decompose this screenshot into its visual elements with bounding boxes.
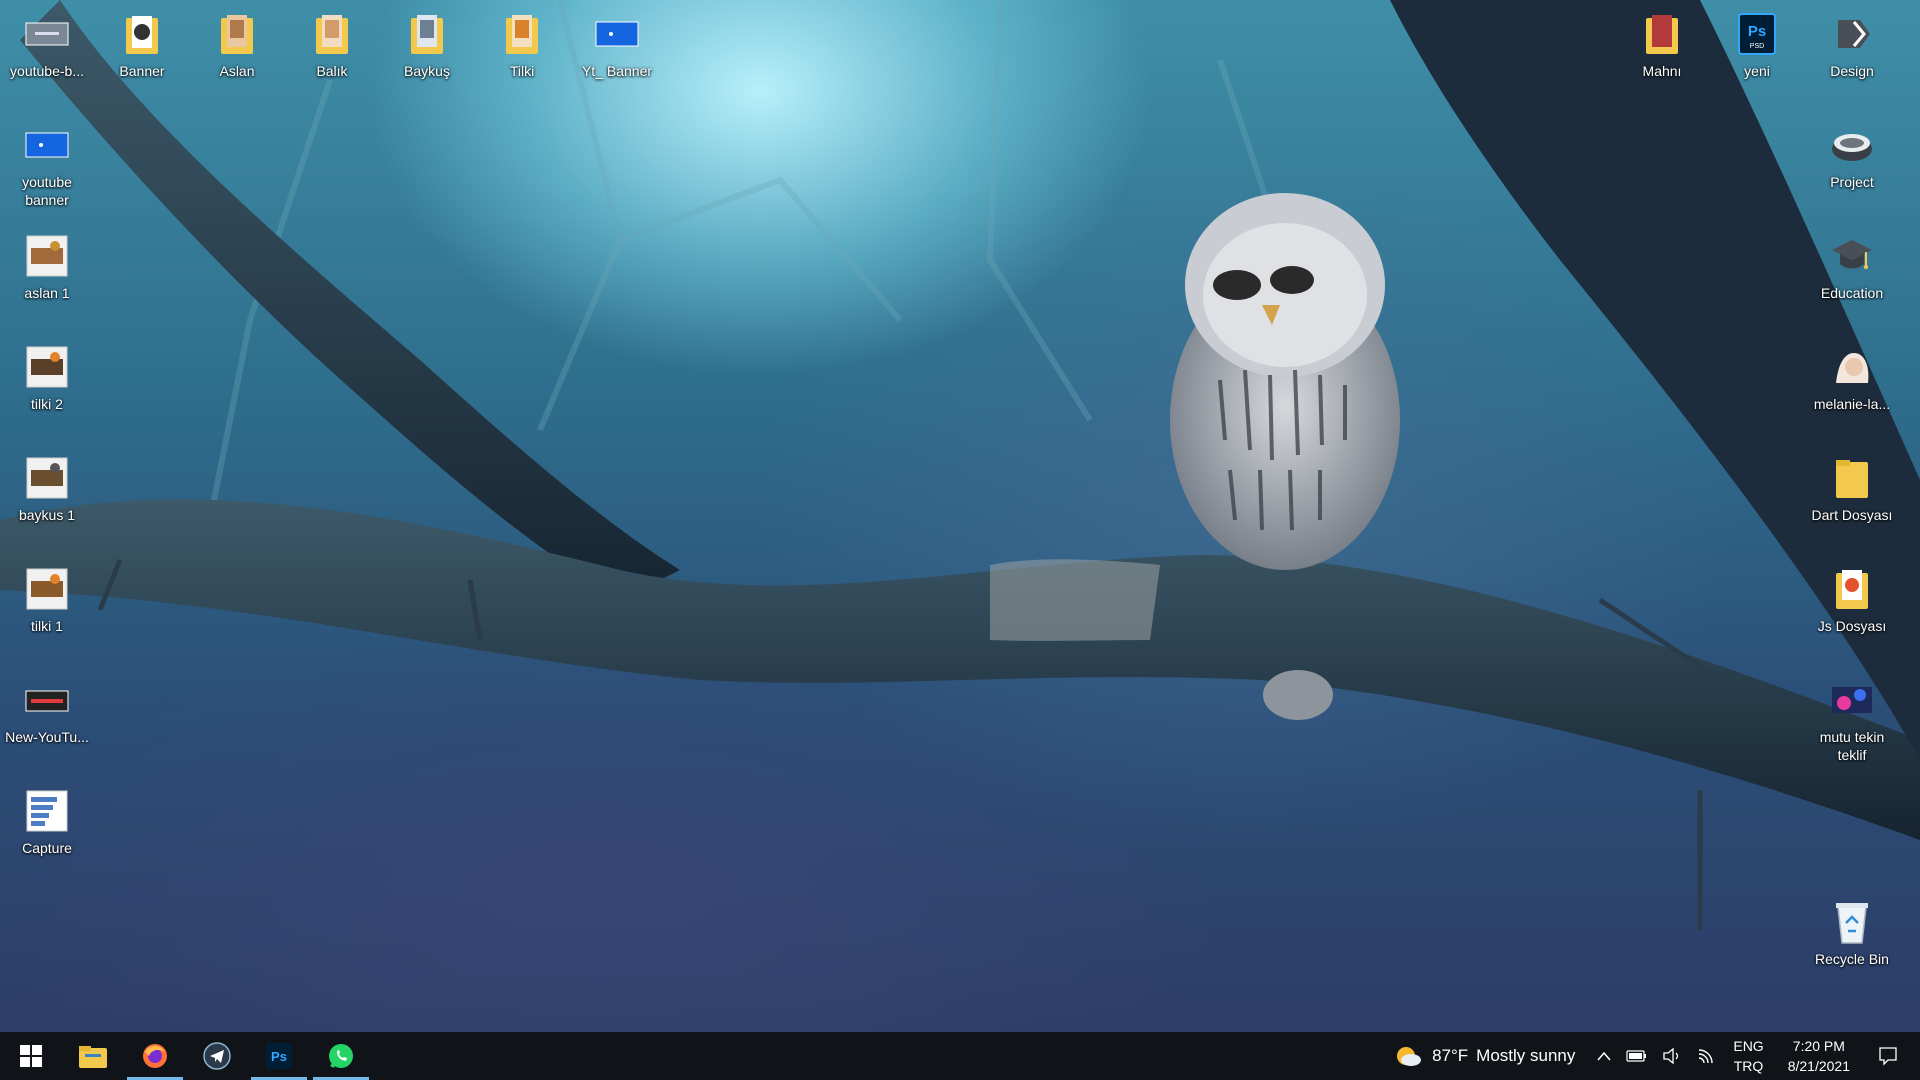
image-file-icon	[23, 343, 71, 391]
weather-widget[interactable]: 87°F Mostly sunny	[1387, 1032, 1589, 1080]
image-file-icon	[1828, 676, 1876, 724]
desktop-wallpaper	[0, 0, 1920, 930]
desktop-icon-baykus[interactable]: Baykuş	[384, 6, 470, 80]
folder-icon	[1638, 10, 1686, 58]
clock-time: 7:20 PM	[1792, 1038, 1845, 1054]
clock-date: 8/21/2021	[1787, 1058, 1850, 1074]
folder-icon	[1828, 565, 1876, 613]
weather-temperature: 87°F	[1432, 1046, 1469, 1065]
firefox-icon	[143, 1044, 167, 1068]
desktop-icon-yeni[interactable]: Ps PSD yeni	[1714, 6, 1800, 80]
action-center-button[interactable]	[1864, 1032, 1920, 1080]
image-file-icon	[593, 10, 641, 58]
photoshop-file-icon: Ps PSD	[1733, 10, 1781, 58]
desktop-icon-dart-dosyasi[interactable]: Dart Dosyası	[1809, 450, 1895, 524]
desktop-icon-recycle-bin[interactable]: Recycle Bin	[1809, 894, 1895, 968]
battery-button[interactable]	[1619, 1032, 1655, 1080]
input-language-button[interactable]: ENG TRQ	[1723, 1032, 1773, 1080]
weather-condition: Mostly sunny	[1476, 1046, 1576, 1065]
image-file-icon	[23, 121, 71, 169]
telegram-button[interactable]	[186, 1032, 248, 1080]
desktop-icon-education[interactable]: Education	[1809, 228, 1895, 302]
speaker-icon	[1663, 1047, 1679, 1065]
start-button[interactable]	[0, 1032, 62, 1080]
file-explorer-button[interactable]	[62, 1032, 124, 1080]
desktop-icon-baykus-1[interactable]: baykus 1	[4, 450, 90, 524]
image-file-icon	[23, 232, 71, 280]
image-file-icon	[23, 787, 71, 835]
desktop-icon-melanie[interactable]: melanie-la...	[1809, 339, 1895, 413]
volume-button[interactable]	[1655, 1032, 1689, 1080]
telegram-icon	[203, 1042, 231, 1070]
desktop-icon-js-dosyasi[interactable]: Js Dosyası	[1809, 561, 1895, 635]
image-file-icon	[23, 454, 71, 502]
folder-icon	[308, 10, 356, 58]
language-primary: ENG	[1733, 1038, 1764, 1054]
windows-start-icon	[20, 1045, 42, 1067]
design-folder-icon	[1828, 10, 1876, 58]
chevron-up-icon	[1597, 1051, 1611, 1061]
folder-icon	[498, 10, 546, 58]
notification-icon	[1879, 1047, 1897, 1066]
desktop-icon-mutu-tekin-teklif[interactable]: mutu tekin teklif	[1809, 672, 1895, 764]
folder-icon	[213, 10, 261, 58]
partly-sunny-icon	[1397, 1047, 1422, 1066]
file-explorer-icon	[79, 1046, 107, 1068]
desktop-icon-aslan[interactable]: Aslan	[194, 6, 280, 80]
folder-icon	[403, 10, 451, 58]
photoshop-icon: Ps	[266, 1043, 292, 1069]
project-folder-icon	[1828, 121, 1876, 169]
wifi-icon	[1699, 1049, 1714, 1064]
image-file-icon	[23, 676, 71, 724]
desktop-icon-aslan-1[interactable]: aslan 1	[4, 228, 90, 302]
desktop-icon-tilki-2[interactable]: tilki 2	[4, 339, 90, 413]
photoshop-button[interactable]: Ps	[248, 1032, 310, 1080]
image-file-icon	[1828, 343, 1876, 391]
desktop-icon-balik[interactable]: Balık	[289, 6, 375, 80]
battery-icon	[1626, 1050, 1647, 1062]
taskbar: Ps 87°F Mostly sunny ENG TRQ 7:20 PM 8/2…	[0, 1032, 1920, 1080]
network-button[interactable]	[1689, 1032, 1723, 1080]
svg-text:Ps: Ps	[271, 1049, 287, 1064]
desktop-icon-yt-banner[interactable]: Yt_ Banner	[574, 6, 660, 80]
image-file-icon	[23, 565, 71, 613]
svg-text:PSD: PSD	[1750, 43, 1764, 50]
clock-button[interactable]: 7:20 PM 8/21/2021	[1774, 1032, 1864, 1080]
desktop-icon-design[interactable]: Design	[1809, 6, 1895, 80]
desktop-icon-project[interactable]: Project	[1809, 117, 1895, 191]
desktop-icon-youtube-b[interactable]: youtube-b...	[4, 6, 90, 80]
recycle-bin-icon	[1828, 898, 1876, 946]
desktop-icon-youtube-banner[interactable]: youtube banner	[4, 117, 90, 209]
desktop-icon-banner[interactable]: Banner	[99, 6, 185, 80]
show-hidden-icons-button[interactable]	[1589, 1032, 1619, 1080]
graduation-cap-icon	[1828, 232, 1876, 280]
folder-icon	[1828, 454, 1876, 502]
language-secondary: TRQ	[1733, 1058, 1764, 1074]
whatsapp-button[interactable]	[310, 1032, 372, 1080]
desktop-icon-new-youtube[interactable]: New-YouTu...	[4, 672, 90, 746]
system-tray: 87°F Mostly sunny ENG TRQ 7:20 PM 8/21/2…	[1387, 1032, 1920, 1080]
desktop-icon-capture[interactable]: Capture	[4, 783, 90, 857]
folder-icon	[118, 10, 166, 58]
svg-text:Ps: Ps	[1748, 23, 1766, 40]
firefox-button[interactable]	[124, 1032, 186, 1080]
desktop-icon-mahni[interactable]: Mahnı	[1619, 6, 1705, 80]
whatsapp-icon	[329, 1044, 353, 1068]
desktop-icon-tilki[interactable]: Tilki	[479, 6, 565, 80]
desktop-icon-tilki-1[interactable]: tilki 1	[4, 561, 90, 635]
image-file-icon	[23, 10, 71, 58]
